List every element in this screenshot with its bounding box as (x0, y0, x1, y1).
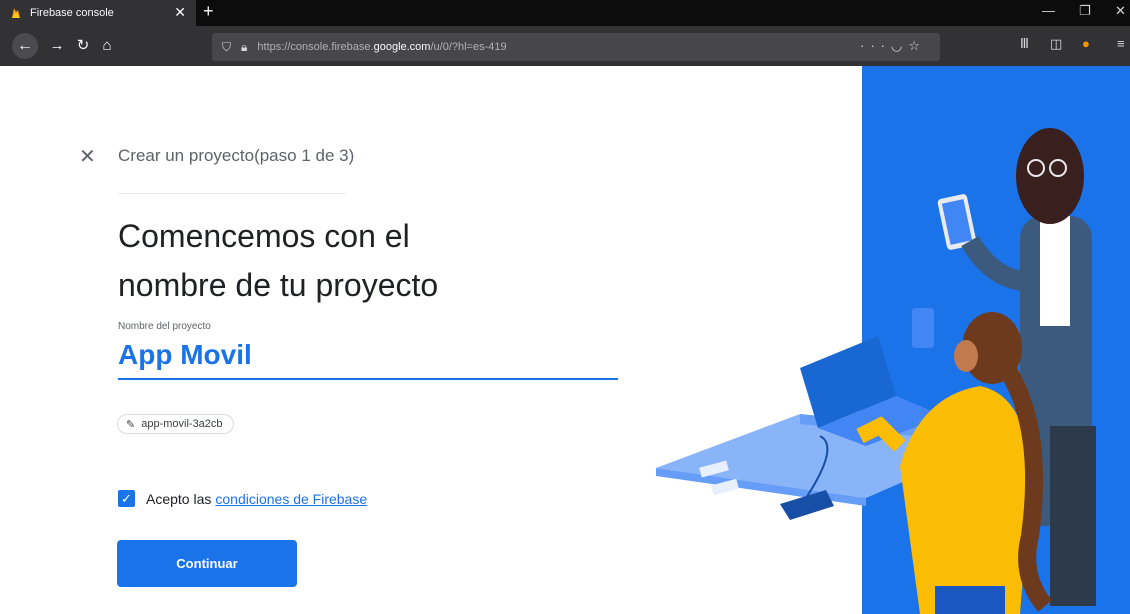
title-line-1: Comencemos con el (118, 218, 410, 254)
tab-firebase-console[interactable]: Firebase console ✕ (0, 0, 196, 26)
more-icon[interactable]: ··· (860, 38, 891, 53)
terms-checkbox[interactable]: ✓ (118, 490, 135, 507)
firebase-icon (12, 8, 20, 18)
terms-row: ✓ Acepto las condiciones de Firebase (118, 490, 367, 507)
project-id-text: app-movil-3a2cb (141, 418, 223, 430)
lock-icon[interactable]: 🔒︎ (241, 40, 247, 55)
page-title: Comencemos con el nombre de tu proyecto (118, 212, 618, 310)
step-indicator: Crear un proyecto(paso 1 de 3) (118, 146, 355, 165)
menu-icon[interactable]: ≡ (1117, 36, 1125, 51)
addon-icon[interactable]: ● (1082, 36, 1090, 51)
terms-link[interactable]: condiciones de Firebase (215, 491, 367, 507)
shield-icon[interactable]: ⛉ (222, 40, 231, 55)
tab-close-icon[interactable]: ✕ (174, 4, 186, 21)
library-icon[interactable]: Ⅲ (1020, 36, 1029, 52)
tab-title: Firebase console (30, 7, 114, 19)
pocket-icon[interactable]: ◡ (891, 38, 908, 53)
url-bar[interactable]: ⛉ 🔒︎ https://console.firebase.google.com… (212, 33, 940, 61)
divider (118, 193, 346, 194)
project-name-label: Nombre del proyecto (118, 321, 211, 332)
url-text[interactable]: https://console.firebase.google.com/u/0/… (257, 41, 506, 53)
home-icon[interactable]: ⌂ (96, 35, 118, 57)
continue-button[interactable]: Continuar (117, 540, 297, 587)
close-wizard-icon[interactable]: ✕ (79, 144, 96, 169)
terms-text: Acepto las (146, 490, 212, 507)
minimize-icon[interactable]: — (1042, 3, 1055, 18)
project-name-input[interactable] (118, 339, 616, 371)
forward-icon[interactable]: → (46, 35, 68, 57)
pencil-icon: ✎ (126, 418, 136, 431)
restore-icon[interactable]: ❐ (1079, 3, 1091, 19)
new-tab-button[interactable]: + (203, 1, 214, 22)
project-id-chip[interactable]: ✎ app-movil-3a2cb (117, 414, 234, 434)
input-underline (118, 378, 618, 380)
reload-icon[interactable]: ↻ (72, 35, 94, 57)
star-icon[interactable]: ☆ (908, 38, 926, 53)
create-project-page: ✕ Crear un proyecto(paso 1 de 3) Comence… (0, 66, 1130, 614)
back-icon[interactable]: ← (12, 33, 38, 59)
title-line-2: nombre de tu proyecto (118, 267, 439, 303)
page-actions: ···◡☆ (860, 38, 926, 54)
tab-bar: Firebase console ✕ + — ❐ ✕ (0, 0, 1130, 26)
window-close-icon[interactable]: ✕ (1115, 3, 1126, 19)
sidebar-icon[interactable]: ◫ (1050, 36, 1062, 52)
nav-toolbar: ← → ↻ ⌂ ⛉ 🔒︎ https://console.firebase.go… (0, 26, 1130, 66)
